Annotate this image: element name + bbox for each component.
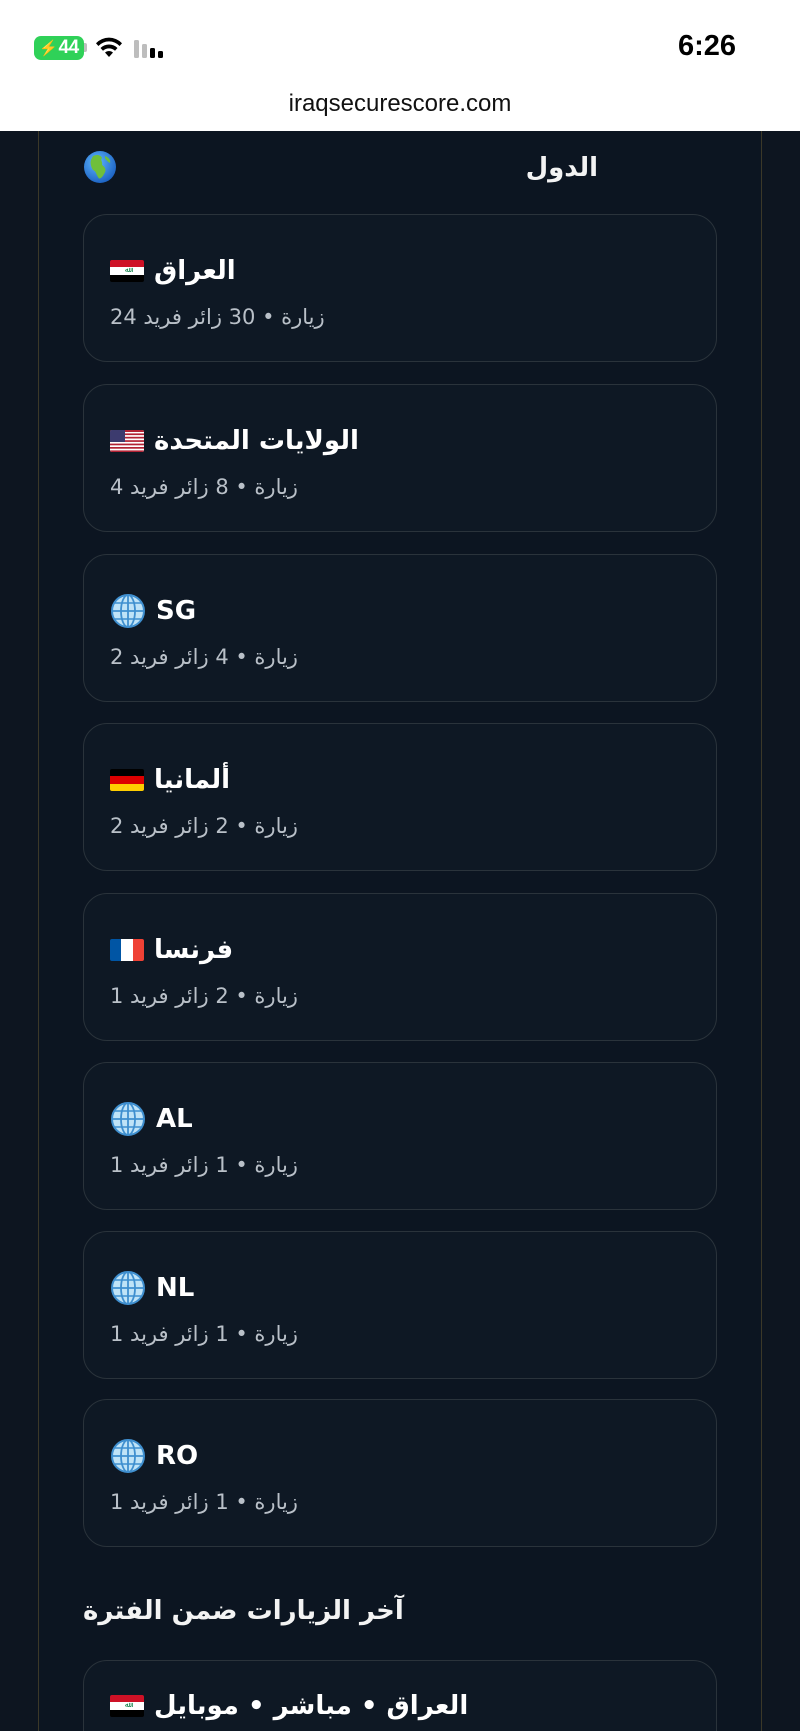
country-card[interactable]: ﷲ العراق 24 زيارة • 30 زائر فريد [83, 214, 717, 362]
globe-meridians-icon [111, 1271, 145, 1305]
address-bar-url[interactable]: iraqsecurescore.com [0, 90, 800, 118]
recent-visit-title-row: ﷲ العراق • مباشر • موبايل [110, 1691, 468, 1721]
country-card[interactable]: RO 1 زيارة • 1 زائر فريد [83, 1399, 717, 1547]
country-visits: 1 زيارة • 2 زائر فريد [110, 984, 298, 1008]
country-visits: 2 زيارة • 4 زائر فريد [110, 645, 298, 669]
country-visits: 1 زيارة • 1 زائر فريد [110, 1322, 298, 1346]
flag-iraq-icon: ﷲ [110, 260, 144, 282]
country-visits: 4 زيارة • 8 زائر فريد [110, 475, 298, 499]
recent-visits-title: آخر الزيارات ضمن الفترة [83, 1596, 404, 1626]
globe-europe-africa-icon [84, 151, 116, 183]
country-name: ألمانيا [154, 765, 231, 795]
country-card[interactable]: ألمانيا 2 زيارة • 2 زائر فريد [83, 723, 717, 871]
battery-level: 44 [58, 37, 80, 58]
country-card-title: AL [110, 1099, 193, 1139]
country-name: العراق [154, 256, 236, 286]
country-visits: 1 زيارة • 1 زائر فريد [110, 1153, 298, 1177]
flag-iraq-icon: ﷲ [110, 1695, 144, 1717]
country-card[interactable]: NL 1 زيارة • 1 زائر فريد [83, 1231, 717, 1379]
status-time: 6:26 [677, 30, 736, 62]
browser-top-bar: ⚡ 44 6:26 iraqsecurescore.com [0, 0, 800, 131]
page-content: الدول ﷲ العراق 24 زيارة • 30 زائر فريد ا… [0, 131, 800, 1731]
globe-meridians-icon [111, 1439, 145, 1473]
country-card[interactable]: الولايات المتحدة 4 زيارة • 8 زائر فريد [83, 384, 717, 532]
country-card-title: NL [110, 1268, 194, 1308]
country-card[interactable]: AL 1 زيارة • 1 زائر فريد [83, 1062, 717, 1210]
battery-cap [84, 43, 87, 52]
country-card-title: الولايات المتحدة [110, 421, 359, 461]
country-visits: 1 زيارة • 1 زائر فريد [110, 1490, 298, 1514]
country-card-title: RO [110, 1436, 198, 1476]
country-visits: 2 زيارة • 2 زائر فريد [110, 814, 298, 838]
flag-germany-icon [110, 769, 144, 791]
charging-bolt-icon: ⚡ [39, 40, 58, 57]
globe-meridians-icon [111, 594, 145, 628]
country-card[interactable]: SG 2 زيارة • 4 زائر فريد [83, 554, 717, 702]
country-name: RO [156, 1441, 199, 1471]
wifi-icon [96, 37, 122, 57]
flag-usa-icon [110, 430, 144, 452]
recent-visit-card[interactable]: ﷲ العراق • مباشر • موبايل [83, 1660, 717, 1731]
country-card[interactable]: فرنسا 1 زيارة • 2 زائر فريد [83, 893, 717, 1041]
country-card-title: SG [110, 591, 196, 631]
recent-visit-title: العراق • مباشر • موبايل [154, 1691, 469, 1721]
country-visits: 24 زيارة • 30 زائر فريد [110, 305, 325, 329]
country-name: فرنسا [154, 935, 234, 965]
country-card-title: فرنسا [110, 930, 233, 970]
country-name: NL [156, 1273, 195, 1303]
globe-meridians-icon [111, 1102, 145, 1136]
flag-france-icon [110, 939, 144, 961]
cellular-signal-icon [134, 40, 163, 58]
country-name: الولايات المتحدة [154, 426, 359, 456]
status-bar: ⚡ 44 6:26 [0, 28, 800, 68]
country-card-title: ألمانيا [110, 760, 230, 800]
countries-section-title: الدول [525, 153, 598, 183]
country-card-title: ﷲ العراق [110, 251, 236, 291]
country-name: SG [156, 596, 197, 626]
battery-indicator: ⚡ 44 [34, 36, 84, 60]
country-name: AL [156, 1104, 193, 1134]
